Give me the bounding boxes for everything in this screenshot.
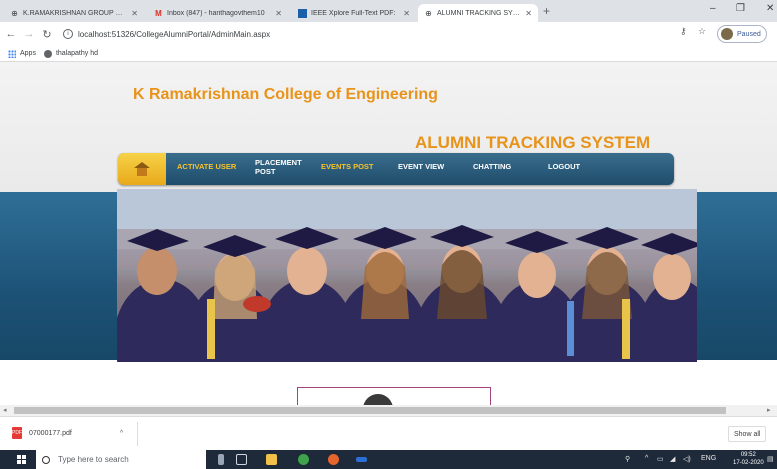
tab-label: K.RAMAKRISHNAN GROUP OF I xyxy=(23,9,127,17)
file-explorer-icon[interactable] xyxy=(266,454,277,465)
volume-icon[interactable]: ◁) xyxy=(683,455,691,463)
nav-event-view[interactable]: EVENT VIEW xyxy=(398,162,444,171)
new-tab-button[interactable]: + xyxy=(543,4,550,18)
download-item[interactable]: PDF 07000177.pdf ^ xyxy=(12,427,123,439)
browser-tab[interactable]: ⊕ K.RAMAKRISHNAN GROUP OF I ✕ xyxy=(4,4,144,22)
profile-circle xyxy=(363,394,393,405)
globe-icon: ⊕ xyxy=(425,8,432,18)
tab-label: Inbox (847) - harithagovthem10 xyxy=(167,9,265,17)
nav-logout[interactable]: LOGOUT xyxy=(548,162,580,171)
scroll-right-arrow-icon[interactable]: ▸ xyxy=(767,406,771,414)
web-page: K Ramakrishnan College of Engineering AL… xyxy=(0,62,777,405)
nav-chatting[interactable]: CHATTING xyxy=(473,162,511,171)
graduates-photo xyxy=(117,189,697,362)
battery-icon[interactable]: ▭ xyxy=(657,455,664,463)
app-icon[interactable] xyxy=(356,457,367,462)
scroll-left-arrow-icon[interactable]: ◂ xyxy=(3,406,7,414)
browser-tab[interactable]: IEEE Xplore Full-Text PDF: ✕ xyxy=(292,4,416,22)
home-button[interactable] xyxy=(118,153,166,185)
browser-tab-bar: ⊕ K.RAMAKRISHNAN GROUP OF I ✕ M Inbox (8… xyxy=(0,0,777,22)
download-filename: 07000177.pdf xyxy=(29,429,72,437)
address-bar[interactable]: i localhost:51326/CollegeAlumniPortal/Ad… xyxy=(63,26,703,42)
content-panel xyxy=(297,387,491,405)
task-view-icon[interactable] xyxy=(236,454,247,465)
microphone-icon[interactable] xyxy=(218,454,224,465)
tab-label: ALUMNI TRACKING SYSTEM xyxy=(437,9,520,17)
close-tab-icon[interactable]: ✕ xyxy=(275,9,282,18)
people-icon[interactable]: ⚲ xyxy=(625,455,630,463)
show-all-button[interactable]: Show all xyxy=(728,426,767,442)
url-text: localhost:51326/CollegeAlumniPortal/Admi… xyxy=(78,29,271,39)
graduates-illustration xyxy=(117,189,697,362)
chrome-icon[interactable] xyxy=(298,454,309,465)
system-title: ALUMNI TRACKING SYSTEM xyxy=(415,133,651,152)
globe-icon xyxy=(43,49,52,58)
gmail-icon: M xyxy=(155,8,162,18)
apps-grid-icon xyxy=(8,49,16,58)
taskbar-clock[interactable]: 09:52 17-02-2020 xyxy=(733,451,764,467)
notification-icon[interactable]: ▤ xyxy=(767,455,774,463)
browser-toolbar: ← → ↻ i localhost:51326/CollegeAlumniPor… xyxy=(0,22,777,46)
network-icon[interactable]: ◢ xyxy=(670,455,675,463)
close-window-button[interactable]: ✕ xyxy=(766,3,774,14)
windows-start-icon[interactable] xyxy=(17,455,26,464)
key-icon[interactable]: ⚷ xyxy=(680,26,687,37)
divider xyxy=(137,422,138,446)
clock-time: 09:52 xyxy=(740,452,756,458)
main-nav: ACTIVATE USER PLACEMENT POST EVENTS POST… xyxy=(118,153,674,185)
close-tab-icon[interactable]: ✕ xyxy=(525,9,532,18)
home-icon xyxy=(134,162,150,176)
star-icon[interactable]: ☆ xyxy=(698,26,706,37)
bookmark-apps[interactable]: Apps xyxy=(8,49,36,58)
search-placeholder: Type here to search xyxy=(58,455,129,464)
nav-placement-post[interactable]: PLACEMENT POST xyxy=(255,158,307,176)
close-tab-icon[interactable]: ✕ xyxy=(403,9,410,18)
scrollbar-thumb[interactable] xyxy=(14,407,726,414)
language-indicator[interactable]: ENG xyxy=(701,455,716,462)
windows-taskbar: Type here to search ⚲ ^ ▭ ◢ ◁) ENG 09:52… xyxy=(0,450,777,469)
clock-date: 17-02-2020 xyxy=(733,460,764,466)
bookmark-label: thalapathy hd xyxy=(55,50,99,57)
chevron-up-icon[interactable]: ^ xyxy=(120,430,123,437)
maximize-button[interactable]: ❐ xyxy=(736,3,745,14)
avatar xyxy=(721,28,733,40)
ieee-icon xyxy=(298,8,307,18)
minimize-button[interactable]: – xyxy=(710,3,716,14)
profile-button[interactable]: Paused xyxy=(717,25,767,43)
info-icon[interactable]: i xyxy=(63,29,73,39)
cortana-icon xyxy=(42,455,50,464)
profile-status: Paused xyxy=(737,30,761,38)
nav-activate-user[interactable]: ACTIVATE USER xyxy=(177,162,236,171)
browser-tab-active[interactable]: ⊕ ALUMNI TRACKING SYSTEM ✕ xyxy=(418,4,538,22)
tab-label: IEEE Xplore Full-Text PDF: xyxy=(311,9,396,17)
reload-icon[interactable]: ↻ xyxy=(40,28,54,41)
downloads-bar: PDF 07000177.pdf ^ Show all xyxy=(0,416,777,450)
nav-events-post[interactable]: EVENTS POST xyxy=(321,162,374,171)
bookmark-label: Apps xyxy=(20,50,36,57)
browser-tab[interactable]: M Inbox (847) - harithagovthem10 ✕ xyxy=(148,4,288,22)
pdf-icon: PDF xyxy=(12,427,22,439)
college-title: K Ramakrishnan College of Engineering xyxy=(133,86,438,103)
forward-arrow-icon[interactable]: → xyxy=(22,28,36,40)
close-tab-icon[interactable]: ✕ xyxy=(131,9,138,18)
taskbar-search[interactable]: Type here to search xyxy=(36,450,206,469)
firefox-icon[interactable] xyxy=(328,454,339,465)
back-arrow-icon[interactable]: ← xyxy=(4,28,18,40)
globe-icon: ⊕ xyxy=(11,8,18,18)
horizontal-scrollbar[interactable]: ◂ ▸ xyxy=(0,405,777,416)
bookmarks-bar: Apps thalapathy hd xyxy=(0,46,777,62)
bookmark-item[interactable]: thalapathy hd xyxy=(43,49,99,58)
tray-chevron-icon[interactable]: ^ xyxy=(645,455,648,462)
